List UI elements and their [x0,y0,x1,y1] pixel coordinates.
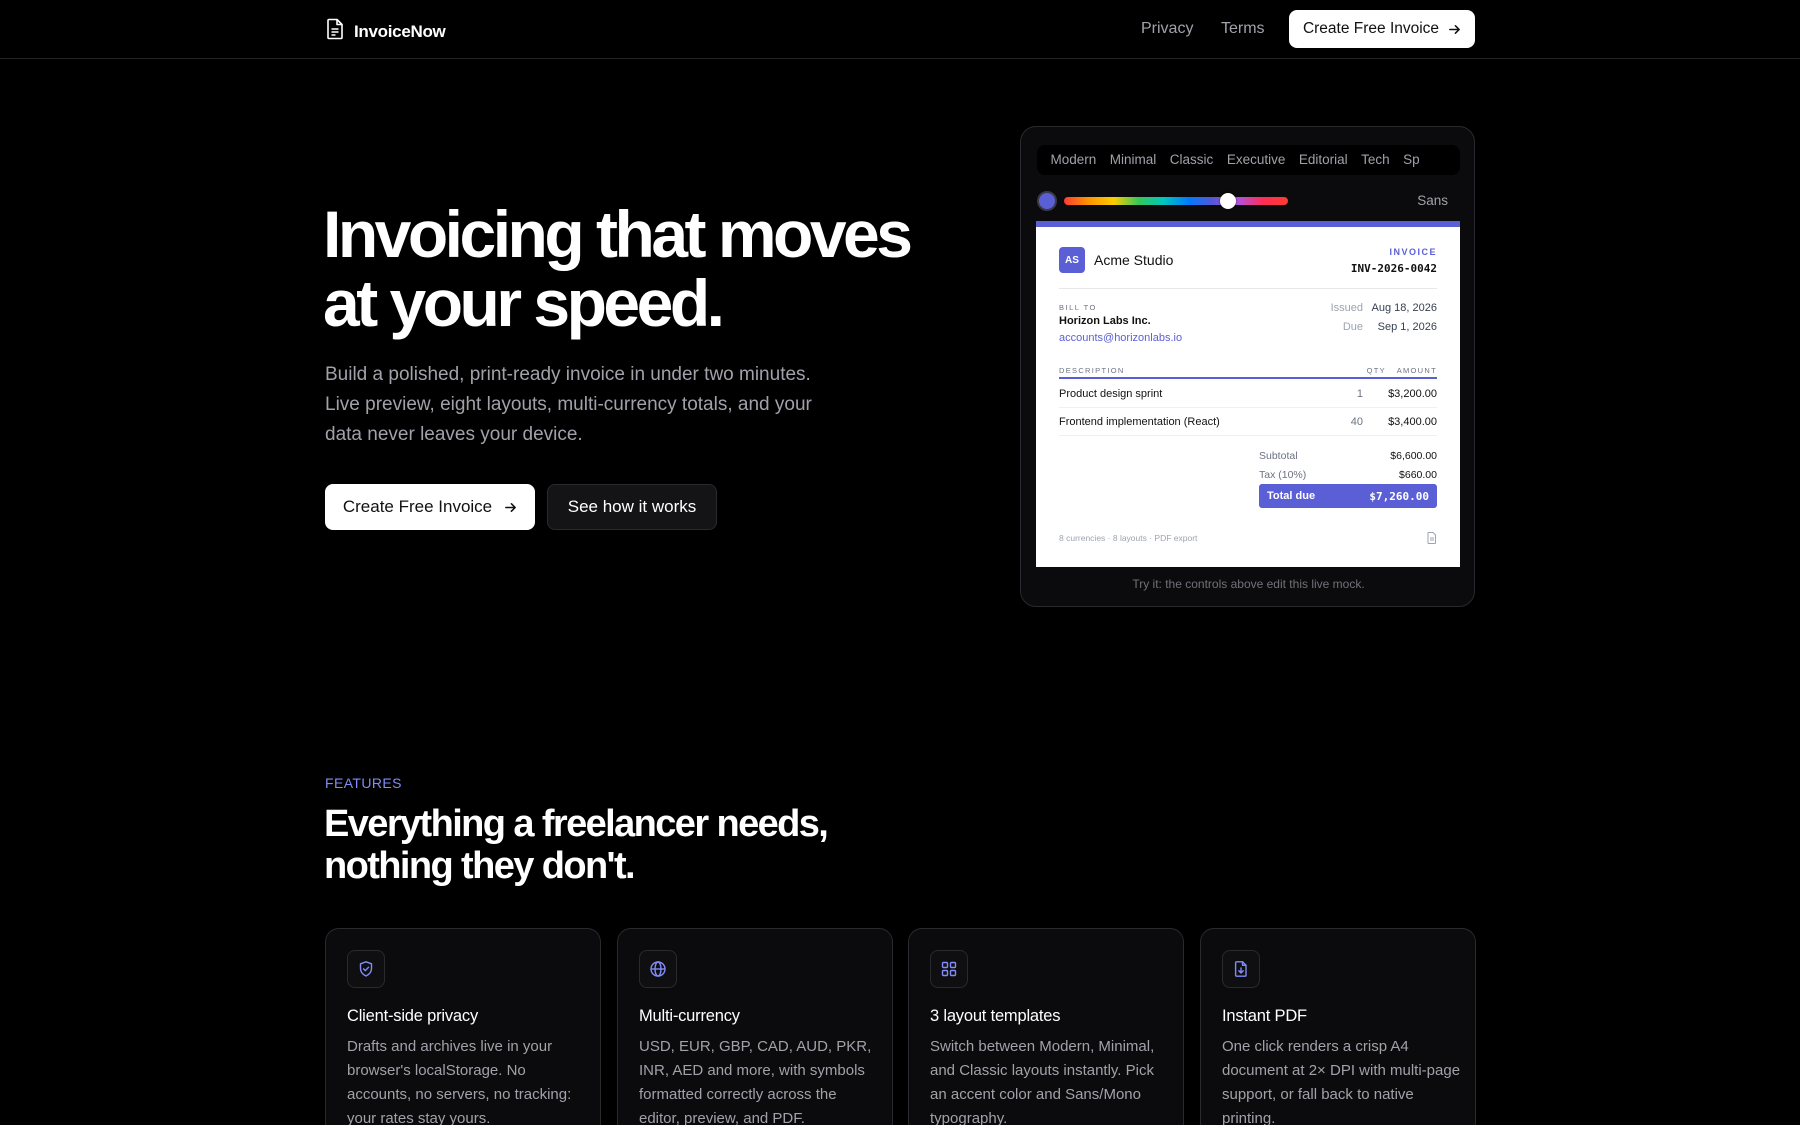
hero-title: Invoicing that moves at your speed. [323,197,913,340]
live-invoice-mock: Modern Minimal Classic Executive Editorial Te… [1020,126,1475,607]
table-row: Product design sprint 1 $3,200.00 [1059,380,1437,408]
client-email: accounts@horizonlabs.io [1059,332,1183,344]
feature-title: Instant PDF [1222,1007,1307,1025]
header-rule [1059,377,1437,379]
arrow-right-icon [504,501,517,514]
see-how-it-works-button[interactable]: See how it works [547,484,717,530]
bill-to-label: BILL TO [1059,303,1097,312]
feature-title: 3 layout templates [930,1007,1061,1025]
column-header-qty: QTY [1366,366,1386,375]
company-name: Acme Studio [1094,252,1174,268]
brand-logo[interactable]: InvoiceNow [325,18,446,45]
tab-classic[interactable]: Classic [1170,145,1214,175]
tab-tech[interactable]: Tech [1361,145,1390,175]
feature-description: Drafts and archives live in your browser… [347,1038,572,1125]
total-due-value: $7,260.00 [1369,490,1429,503]
issued-date: Aug 18, 2026 [1371,302,1437,314]
tab-modern[interactable]: Modern [1051,145,1097,175]
create-invoice-label: Create Free Invoice [342,497,493,516]
feature-card-layouts: 3 layout templates Switch between Modern… [908,928,1184,1125]
total-due-bar: Total due $7,260.00 [1259,484,1437,508]
column-header-amount: AMOUNT [1396,366,1437,375]
company-logo: AS [1059,247,1085,273]
nav-link-privacy[interactable]: Privacy [1141,20,1193,38]
issued-label: Issued [1330,302,1363,314]
feature-description: USD, EUR, GBP, CAD, AUD, PKR, INR, AED a… [639,1038,872,1125]
feature-description: Switch between Modern, Minimal, and Clas… [930,1038,1155,1125]
features-eyebrow: FEATURES [325,775,402,791]
feature-title: Multi-currency [639,1007,740,1025]
subtotal-label: Subtotal [1259,450,1298,462]
line-item-amount: $3,400.00 [1388,416,1437,428]
hue-slider-thumb[interactable] [1219,193,1236,209]
line-item-description: Product design sprint [1059,388,1163,400]
hero-subtitle: Build a polished, print-ready invoice in… [325,364,812,445]
document-icon [1427,531,1437,544]
feature-description: One click renders a crisp A4 document at… [1222,1038,1461,1125]
mock-hint: Try it: the controls above edit this liv… [1132,577,1365,591]
feature-card-pdf: Instant PDF One click renders a crisp A4… [1200,928,1476,1125]
tax-value: $660.00 [1399,469,1437,481]
globe-icon [639,950,677,988]
line-item-qty: 40 [1350,416,1363,428]
shield-check-icon [347,950,385,988]
invoice-label: INVOICE [1389,247,1437,257]
tab-editorial[interactable]: Editorial [1299,145,1348,175]
due-label: Due [1342,321,1363,333]
client-name: Horizon Labs Inc. [1059,315,1151,327]
nav-create-invoice-button[interactable]: Create Free Invoice [1289,10,1475,48]
brand-name: InvoiceNow [354,21,446,41]
subtotal-value: $6,600.00 [1390,450,1437,462]
tab-sp[interactable]: Sp [1403,145,1420,175]
invoice-footnote: 8 currencies · 8 layouts · PDF export [1059,533,1198,543]
feature-card-privacy: Client-side privacy Drafts and archives … [325,928,601,1125]
invoice-preview: AS Acme Studio INVOICE INV-2026-0042 BIL… [1036,221,1460,567]
arrow-right-icon [1448,23,1461,36]
feature-title: Client-side privacy [347,1007,478,1025]
line-item-qty: 1 [1356,388,1363,400]
top-nav: InvoiceNow Privacy Terms Create Free Inv… [0,0,1800,59]
total-due-label: Total due [1267,490,1316,502]
nav-cta-label: Create Free Invoice [1302,20,1440,37]
see-how-label: See how it works [567,497,697,516]
grid-icon [930,950,968,988]
feature-card-multi-currency: Multi-currency USD, EUR, GBP, CAD, AUD, … [617,928,893,1125]
table-row: Frontend implementation (React) 40 $3,40… [1059,408,1437,436]
nav-link-terms[interactable]: Terms [1221,20,1265,38]
due-date: Sep 1, 2026 [1377,321,1437,333]
layout-tabs: Modern Minimal Classic Executive Editorial Te… [1037,145,1460,175]
line-item-description: Frontend implementation (React) [1059,416,1220,428]
create-invoice-button[interactable]: Create Free Invoice [325,484,535,530]
features-title: Everything a freelancer needs, nothing t… [324,803,829,887]
line-item-amount: $3,200.00 [1388,388,1437,400]
file-download-icon [1222,950,1260,988]
tab-executive[interactable]: Executive [1227,145,1286,175]
hue-slider[interactable] [1064,197,1288,205]
font-toggle[interactable]: Sans [1417,193,1448,208]
tab-minimal[interactable]: Minimal [1110,145,1157,175]
tax-label: Tax (10%) [1259,469,1307,481]
style-controls: Sans [1037,189,1460,213]
divider [1059,288,1437,289]
document-icon [325,18,345,45]
invoice-number: INV-2026-0042 [1350,262,1437,275]
accent-color-swatch[interactable] [1037,191,1057,211]
column-header-description: DESCRIPTION [1059,366,1125,375]
